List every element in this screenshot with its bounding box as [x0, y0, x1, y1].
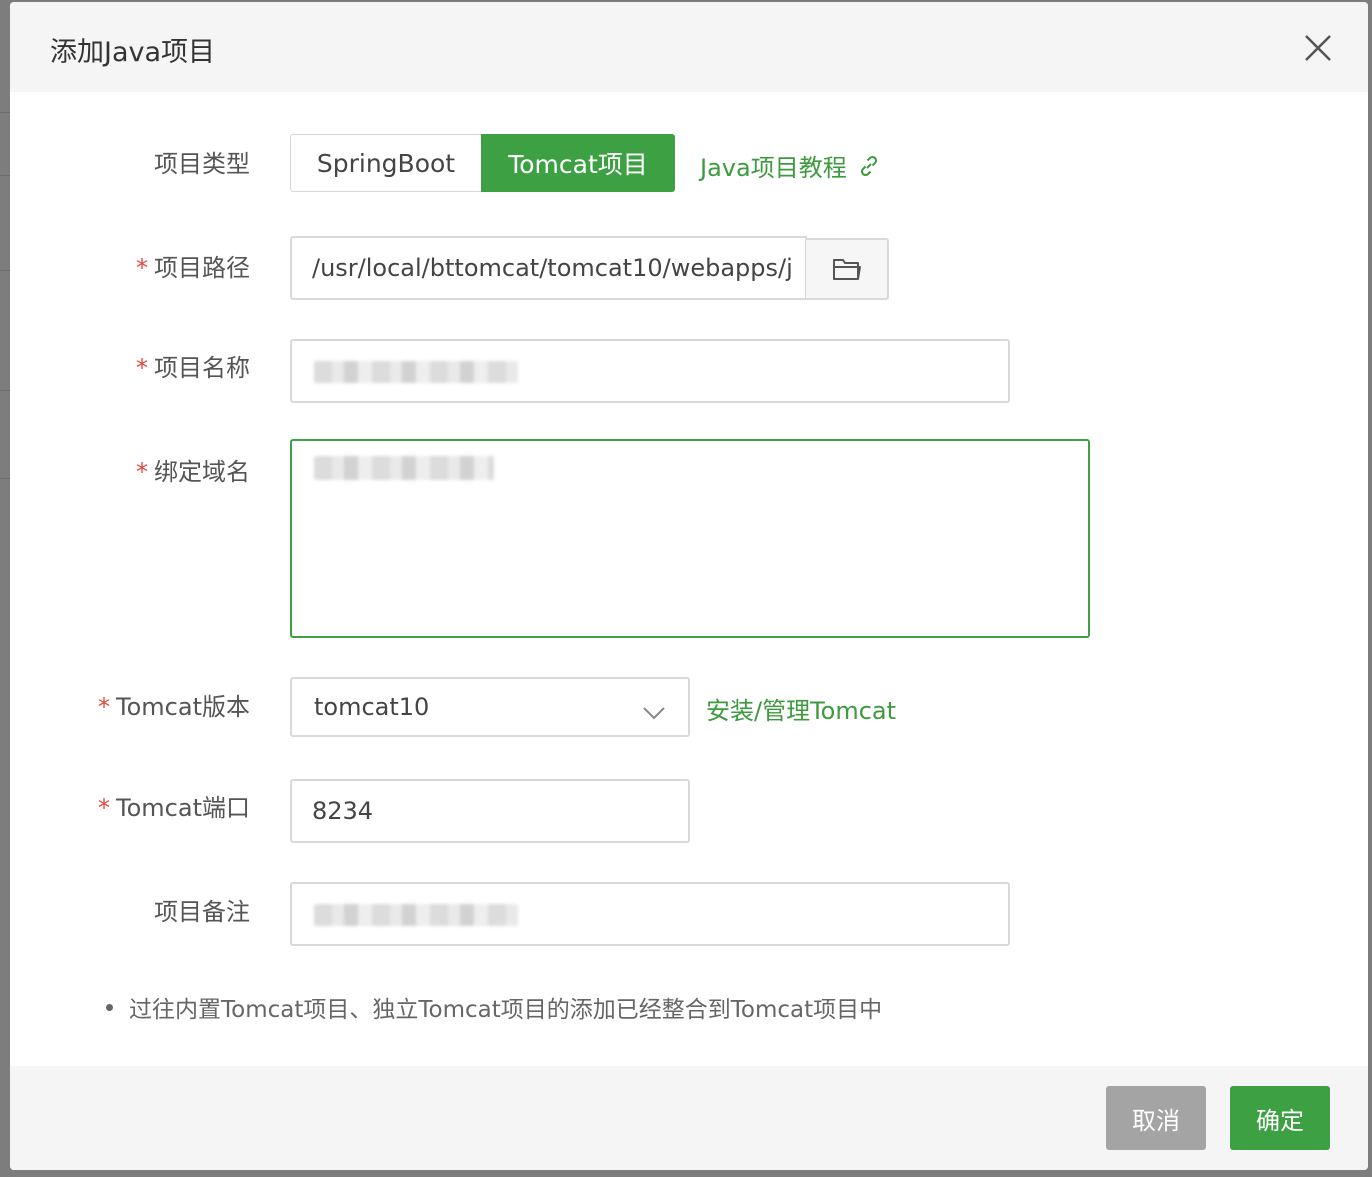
browse-folder-button[interactable]	[805, 238, 889, 300]
confirm-button[interactable]: 确定	[1230, 1086, 1330, 1150]
project-remark-label: 项目备注	[154, 898, 250, 926]
cancel-button[interactable]: 取消	[1106, 1086, 1206, 1150]
tomcat-port-label: * Tomcat端口	[98, 794, 250, 822]
project-path-label: * 项目路径	[136, 254, 250, 282]
project-path-input[interactable]: /usr/local/bttomcat/tomcat10/webapps/j	[290, 236, 807, 300]
project-type-toggle: SpringBoot Tomcat项目	[290, 134, 675, 192]
dialog-footer: 取消 确定	[10, 1066, 1368, 1170]
dialog-title: 添加Java项目	[50, 37, 216, 68]
redacted-value	[314, 361, 518, 383]
project-name-label: * 项目名称	[136, 354, 250, 382]
tomcat-version-label: * Tomcat版本	[98, 693, 250, 721]
external-link-icon	[857, 154, 881, 178]
close-icon[interactable]	[1300, 30, 1336, 66]
dialog-header: 添加Java项目	[10, 2, 1368, 92]
project-remark-input[interactable]	[290, 882, 1010, 946]
integration-note-text: 过往内置Tomcat项目、独立Tomcat项目的添加已经整合到Tomcat项目中	[129, 997, 883, 1023]
springboot-type-button[interactable]: SpringBoot	[290, 134, 481, 192]
folder-icon	[832, 256, 862, 282]
tomcat-version-select[interactable]: tomcat10	[290, 677, 690, 737]
tomcat-port-input[interactable]: 8234	[290, 779, 690, 843]
integration-note: 过往内置Tomcat项目、独立Tomcat项目的添加已经整合到Tomcat项目中	[106, 990, 882, 1024]
project-type-label: 项目类型	[154, 150, 250, 178]
java-tutorial-link-text: Java项目教程	[700, 154, 847, 182]
bind-domain-textarea[interactable]	[290, 439, 1090, 638]
project-name-input[interactable]	[290, 339, 1010, 403]
tomcat-type-button[interactable]: Tomcat项目	[481, 134, 675, 192]
redacted-value	[314, 456, 494, 480]
chevron-down-icon	[642, 699, 666, 727]
manage-tomcat-link[interactable]: 安装/管理Tomcat	[706, 691, 896, 726]
bullet-dot	[106, 1003, 113, 1011]
redacted-value	[314, 904, 518, 926]
java-tutorial-link[interactable]: Java项目教程	[700, 148, 881, 183]
bind-domain-label: * 绑定域名	[136, 458, 250, 486]
add-java-project-dialog: 添加Java项目 项目类型 SpringBoot Tomcat项目 Java项目…	[10, 2, 1368, 1170]
